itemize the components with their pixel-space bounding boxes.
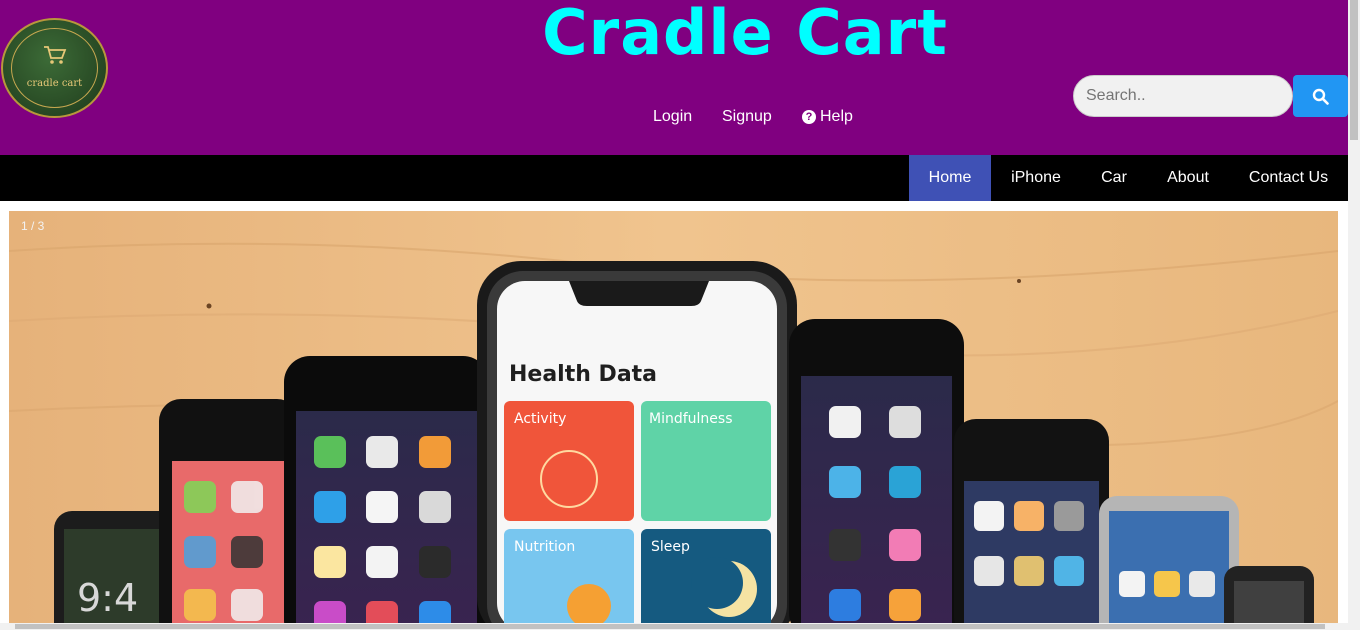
question-circle-icon: ? [802, 110, 816, 124]
logo[interactable]: cradle cart [1, 18, 108, 118]
nav-item-iphone[interactable]: iPhone [991, 155, 1081, 201]
search-input[interactable] [1073, 75, 1293, 117]
slide-image-iphones: 9:4 Health Data Activity Mindfulness Nut… [9, 211, 1338, 623]
slideshow: 9:4 Health Data Activity Mindfulness Nut… [9, 211, 1338, 623]
search-button[interactable] [1293, 75, 1348, 117]
login-link[interactable]: Login [653, 108, 692, 126]
help-link[interactable]: ? Help [802, 108, 853, 126]
logo-ring [11, 28, 98, 108]
horizontal-scrollbar[interactable] [0, 623, 1348, 630]
svg-text:Nutrition: Nutrition [514, 539, 575, 555]
horizontal-scrollbar-thumb[interactable] [15, 624, 1325, 629]
svg-text:Sleep: Sleep [651, 539, 690, 555]
vertical-scrollbar[interactable] [1348, 0, 1360, 630]
site-title: Cradle Cart [542, 0, 948, 69]
slide-counter: 1 / 3 [21, 219, 45, 233]
shopping-cart-icon [44, 46, 67, 64]
svg-text:Health Data: Health Data [509, 362, 657, 387]
site-header: cradle cart Cradle Cart Login Signup ? He… [0, 0, 1348, 155]
nav-item-about[interactable]: About [1147, 155, 1229, 201]
page: cradle cart Cradle Cart Login Signup ? He… [0, 0, 1360, 630]
logo-text: cradle cart [26, 78, 83, 89]
nav-item-car[interactable]: Car [1081, 155, 1147, 201]
nav-item-home[interactable]: Home [909, 155, 991, 201]
search-icon [1312, 88, 1329, 105]
svg-text:9:4: 9:4 [77, 576, 138, 620]
nav-item-contact-us[interactable]: Contact Us [1229, 155, 1348, 201]
help-link-label: Help [820, 108, 853, 125]
main-nav: Home iPhone Car About Contact Us [0, 155, 1348, 201]
svg-text:Mindfulness: Mindfulness [649, 411, 733, 427]
signup-link[interactable]: Signup [722, 108, 772, 126]
svg-text:Activity: Activity [514, 411, 566, 427]
vertical-scrollbar-thumb[interactable] [1350, 0, 1358, 140]
